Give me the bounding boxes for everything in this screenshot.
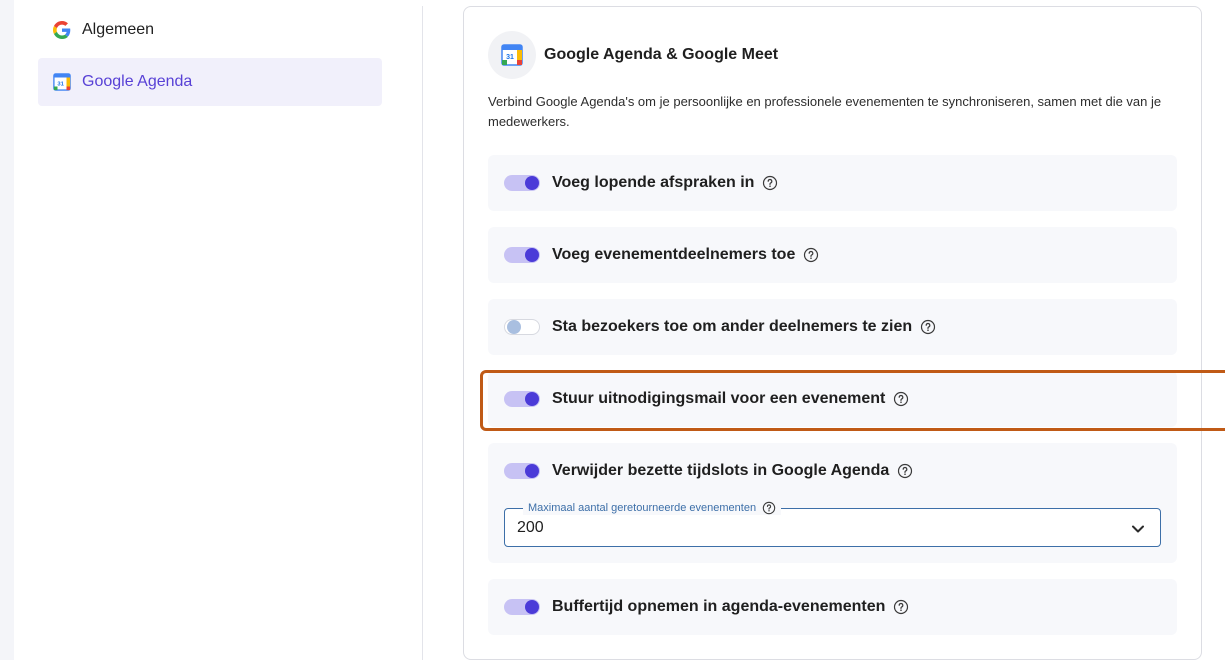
google-calendar-icon: 31	[52, 72, 72, 92]
max-events-select-value: 200	[517, 519, 544, 536]
sidebar-item-google-agenda[interactable]: 31 Google Agenda	[38, 58, 382, 106]
help-icon[interactable]	[920, 319, 936, 335]
sidebar-item-algemeen[interactable]: Algemeen	[38, 6, 382, 54]
google-agenda-settings-panel: 31 Google Agenda & Google Meet Verbind G…	[463, 6, 1202, 660]
sidebar-item-label: Algemeen	[82, 21, 155, 38]
option-label: Sta bezoekers toe om ander deelnemers te…	[552, 318, 913, 335]
google-icon	[52, 20, 72, 40]
help-icon[interactable]	[897, 463, 913, 479]
help-icon[interactable]	[803, 247, 819, 263]
help-icon[interactable]	[893, 599, 909, 615]
settings-sidebar: Algemeen 31 Google Agenda	[14, 0, 422, 660]
option-label: Voeg lopende afspraken in	[552, 174, 755, 191]
help-icon[interactable]	[893, 391, 909, 407]
settings-page: Algemeen 31 Google Agenda 31 Google Agen…	[0, 0, 1225, 660]
google-calendar-icon: 31	[501, 44, 523, 66]
max-events-select-label: Maximaal aantal geretourneerde evenement…	[523, 501, 782, 515]
option-card-invitation-mail: Stuur uitnodigingsmail voor een evenemen…	[488, 371, 1177, 427]
option-label: Voeg evenementdeelnemers toe	[552, 246, 796, 263]
select-label-text: Maximaal aantal geretourneerde evenement…	[528, 502, 757, 514]
vertical-divider	[422, 6, 423, 660]
toggle-invitation-mail[interactable]	[504, 391, 540, 407]
panel-header: 31 Google Agenda & Google Meet	[488, 31, 778, 79]
help-icon[interactable]	[762, 501, 776, 515]
panel-title: Google Agenda & Google Meet	[544, 46, 779, 63]
max-events-select[interactable]: Maximaal aantal geretourneerde evenement…	[504, 501, 1161, 547]
toggle-ongoing-appointments[interactable]	[504, 175, 540, 191]
option-label: Buffertijd opnemen in agenda-evenementen	[552, 598, 886, 615]
help-icon[interactable]	[762, 175, 778, 191]
google-calendar-logo: 31	[488, 31, 536, 79]
sidebar-item-label: Google Agenda	[82, 73, 193, 90]
option-card-visitors-see-attendees: Sta bezoekers toe om ander deelnemers te…	[488, 299, 1177, 355]
toggle-buffer-time[interactable]	[504, 599, 540, 615]
option-label: Verwijder bezette tijdslots in Google Ag…	[552, 462, 890, 479]
option-card-buffer-time: Buffertijd opnemen in agenda-evenementen	[488, 579, 1177, 635]
option-card-remove-busy-slots: Verwijder bezette tijdslots in Google Ag…	[488, 443, 1177, 563]
panel-description: Verbind Google Agenda's om je persoonlij…	[488, 94, 1162, 129]
left-edge-strip	[0, 0, 14, 660]
toggle-remove-busy-slots[interactable]	[504, 463, 540, 479]
toggle-visitors-see-attendees[interactable]	[504, 319, 540, 335]
chevron-down-icon[interactable]	[1130, 521, 1146, 537]
option-card-ongoing-appointments: Voeg lopende afspraken in	[488, 155, 1177, 211]
calendar-icon-date: 31	[506, 54, 514, 61]
option-label: Stuur uitnodigingsmail voor een evenemen…	[552, 390, 886, 407]
svg-text:31: 31	[57, 82, 64, 88]
toggle-event-attendees[interactable]	[504, 247, 540, 263]
option-card-event-attendees: Voeg evenementdeelnemers toe	[488, 227, 1177, 283]
